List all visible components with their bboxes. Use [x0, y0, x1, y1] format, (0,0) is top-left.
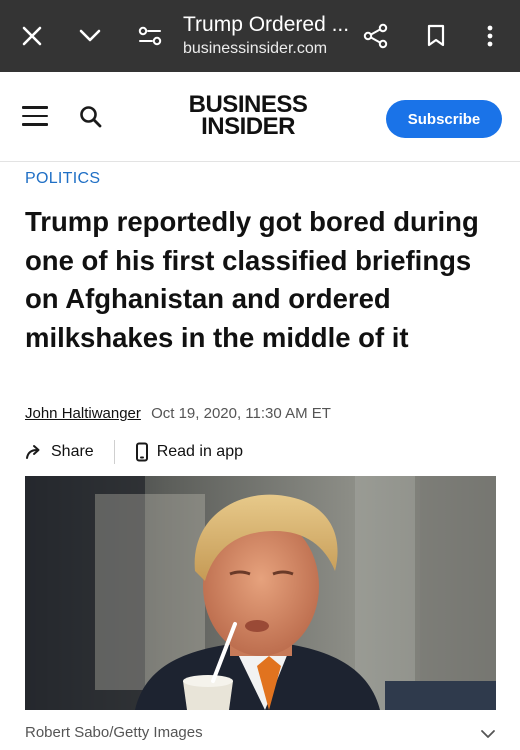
subscribe-button[interactable]: Subscribe: [386, 100, 502, 138]
menu-icon[interactable]: [22, 106, 50, 128]
read-in-app-label: Read in app: [156, 443, 243, 460]
site-settings-icon[interactable]: [132, 18, 168, 54]
read-in-app-button[interactable]: Read in app: [135, 442, 243, 462]
image-caption-row[interactable]: Robert Sabo/Getty Images: [25, 724, 496, 746]
more-options-icon[interactable]: [472, 18, 508, 54]
logo-line-2: INSIDER: [201, 113, 295, 140]
page-domain: businessinsider.com: [183, 40, 328, 57]
share-label: Share: [51, 443, 94, 460]
article-headline: Trump reportedly got bored during one of…: [25, 206, 479, 353]
publish-date: Oct 19, 2020, 11:30 AM ET: [151, 405, 331, 422]
share-icon[interactable]: [358, 18, 394, 54]
url-bar[interactable]: Trump Ordered ... businessinsider.com: [183, 12, 353, 60]
author-link[interactable]: John Haltiwanger: [25, 405, 141, 422]
bookmark-icon[interactable]: [418, 18, 454, 54]
article-actions: Share Read in app: [25, 438, 243, 466]
image-caption: Robert Sabo/Getty Images: [25, 724, 203, 741]
site-logo[interactable]: BUSINESS INSIDER: [183, 93, 313, 140]
close-icon[interactable]: [14, 18, 50, 54]
category-link[interactable]: POLITICS: [25, 170, 100, 188]
divider: [113, 440, 115, 464]
byline: John Haltiwanger Oct 19, 2020, 11:30 AM …: [25, 405, 331, 422]
browser-toolbar: Trump Ordered ... businessinsider.com: [0, 0, 520, 72]
article-image: [25, 476, 496, 710]
phone-icon: [135, 442, 148, 462]
chevron-down-icon[interactable]: [480, 726, 496, 744]
share-button[interactable]: Share: [25, 443, 94, 461]
share-arrow-icon: [26, 445, 40, 459]
page-title: Trump Ordered ...: [183, 13, 350, 36]
site-header: BUSINESS INSIDER Subscribe: [0, 72, 520, 162]
chevron-down-icon[interactable]: [72, 18, 108, 54]
search-icon[interactable]: [78, 104, 104, 130]
